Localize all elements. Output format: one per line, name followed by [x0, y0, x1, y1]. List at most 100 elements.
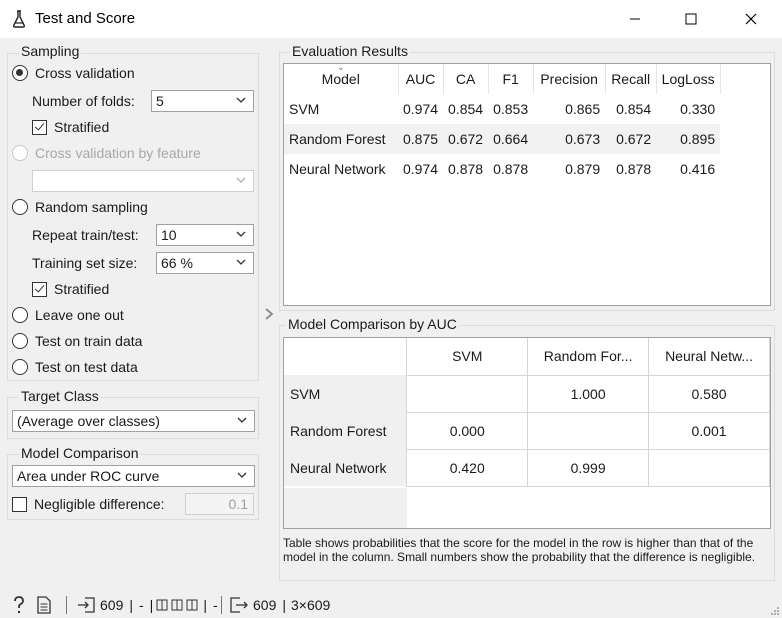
test-on-test-option[interactable]: Test on test data [12, 357, 138, 377]
close-button[interactable] [728, 0, 774, 38]
column-header-model[interactable]: ⌄ Model [284, 62, 399, 94]
repeat-value: 10 [161, 227, 177, 243]
chevron-down-icon [237, 417, 247, 423]
evaluation-title: Evaluation Results [290, 43, 410, 59]
auc-value: 0.974 [403, 101, 439, 117]
comparison-footnote: Table shows probabilities that the score… [283, 536, 756, 564]
auc-value: 0.875 [398, 124, 444, 154]
input-summary: 609 | - | | - [77, 597, 218, 613]
negligible-option[interactable]: Negligible difference: [12, 494, 165, 514]
divider [221, 596, 222, 614]
comparison-cell [527, 411, 650, 450]
recall-value: 0.854 [616, 101, 652, 117]
column-header-precision[interactable]: Precision [533, 64, 606, 94]
maximize-button[interactable] [668, 0, 714, 38]
leave-one-out-option[interactable]: Leave one out [12, 305, 124, 325]
f1-value: 0.664 [488, 124, 534, 154]
comparison-cell: 0.001 [648, 411, 770, 450]
chevron-down-icon [236, 259, 246, 265]
recall-value: 0.878 [616, 161, 652, 177]
minimize-icon [630, 18, 640, 20]
stratified-label-1: Stratified [54, 119, 110, 135]
comparison-row-header-fill [284, 488, 407, 528]
radio-test-on-train[interactable] [12, 333, 28, 349]
train-size-dropdown[interactable]: 66 % [156, 252, 254, 274]
test-on-train-option[interactable]: Test on train data [12, 331, 142, 351]
comparison-metric-dropdown[interactable]: Area under ROC curve [12, 465, 255, 487]
table-row[interactable]: Neural Network 0.974 0.878 0.878 0.879 0… [284, 154, 720, 184]
column-header-recall[interactable]: Recall [605, 64, 657, 94]
output-summary: 609 | 3×609 [230, 597, 330, 613]
comparison-corner [284, 338, 407, 375]
comparison-title: Model Comparison by AUC [286, 316, 459, 332]
column-header-f1[interactable]: F1 [488, 64, 534, 94]
cv-by-feature-option[interactable]: Cross validation by feature [12, 143, 201, 163]
sampling-title: Sampling [19, 43, 82, 59]
chevron-down-icon [236, 97, 246, 103]
comparison-row-label: SVM [284, 375, 407, 412]
output-shape: 3×609 [291, 597, 331, 613]
checkbox-negligible[interactable] [12, 496, 27, 512]
stratified-option-1[interactable]: Stratified [32, 117, 109, 137]
comparison-column-svm: SVM [406, 338, 529, 376]
window-title: Test and Score [35, 10, 136, 27]
stratified-option-2[interactable]: Stratified [32, 279, 109, 299]
resize-grip-icon[interactable] [770, 606, 780, 616]
minimize-button[interactable] [612, 0, 658, 38]
radio-random-sampling[interactable] [12, 199, 28, 215]
output-count: 609 [253, 597, 277, 613]
comparison-table: SVM Random For... Neural Netw... SVM 1.0… [284, 338, 770, 487]
leave-one-out-label: Leave one out [35, 307, 124, 323]
comparison-header-row: SVM Random For... Neural Netw... [284, 338, 770, 376]
checkbox-stratified-2[interactable] [32, 281, 47, 297]
column-header-logloss[interactable]: LogLoss [656, 64, 721, 94]
ca-value: 0.878 [448, 161, 484, 177]
recall-value: 0.672 [605, 124, 657, 154]
column-header-ca[interactable]: CA [443, 64, 489, 94]
cv-by-feature-label: Cross validation by feature [35, 145, 201, 161]
input-count: 609 [100, 597, 124, 613]
cross-validation-option[interactable]: Cross validation [12, 63, 135, 83]
radio-leave-one-out[interactable] [12, 307, 28, 323]
comparison-row-label: Random Forest [284, 412, 407, 449]
negligible-spinbox[interactable]: 0.1 [185, 493, 254, 515]
radio-test-on-test[interactable] [12, 359, 28, 375]
target-class-dropdown[interactable]: (Average over classes) [12, 410, 255, 432]
folds-value: 5 [156, 93, 164, 109]
stratified-label-2: Stratified [54, 281, 110, 297]
table-row[interactable]: Random Forest 0.875 0.672 0.664 0.673 0.… [284, 124, 721, 154]
chevron-right-icon[interactable] [263, 307, 275, 321]
logloss-value: 0.416 [680, 161, 716, 177]
random-sampling-option[interactable]: Random sampling [12, 197, 148, 217]
model-comparison-title: Model Comparison [19, 445, 141, 461]
comparison-row: Random Forest 0.000 0.001 [284, 411, 770, 450]
radio-cross-validation[interactable] [12, 65, 28, 81]
target-class-value: (Average over classes) [17, 413, 160, 429]
question-mark-icon [14, 596, 24, 614]
help-button[interactable] [12, 596, 26, 614]
table-row[interactable]: SVM 0.974 0.854 0.853 0.865 0.854 0.330 [284, 94, 720, 124]
test-on-train-label: Test on train data [35, 333, 143, 349]
title-bar: Test and Score [0, 0, 782, 38]
radio-cv-by-feature[interactable] [12, 145, 28, 161]
ca-value: 0.854 [448, 101, 484, 117]
report-button[interactable] [37, 596, 51, 614]
checkbox-stratified-1[interactable] [32, 119, 47, 135]
table-icons [156, 599, 198, 611]
train-size-label: Training set size: [32, 255, 138, 271]
repeat-dropdown[interactable]: 10 [156, 224, 254, 246]
comparison-table-view[interactable]: SVM Random For... Neural Netw... SVM 1.0… [283, 337, 771, 529]
negligible-label: Negligible difference: [34, 496, 165, 512]
document-icon [37, 596, 51, 614]
folds-label: Number of folds: [32, 93, 135, 109]
folds-dropdown[interactable]: 5 [151, 90, 254, 112]
feature-dropdown[interactable] [32, 170, 254, 192]
sort-indicator-icon: ⌄ [336, 62, 345, 72]
input-dash: - [139, 597, 144, 613]
column-header-auc[interactable]: AUC [398, 64, 444, 94]
test-on-test-label: Test on test data [35, 359, 138, 375]
evaluation-table: ⌄ Model AUC CA F1 Precision Recall LogLo… [284, 62, 721, 184]
comparison-cell [648, 448, 770, 487]
random-sampling-label: Random sampling [35, 199, 148, 215]
evaluation-table-view[interactable]: ⌄ Model AUC CA F1 Precision Recall LogLo… [283, 62, 771, 306]
